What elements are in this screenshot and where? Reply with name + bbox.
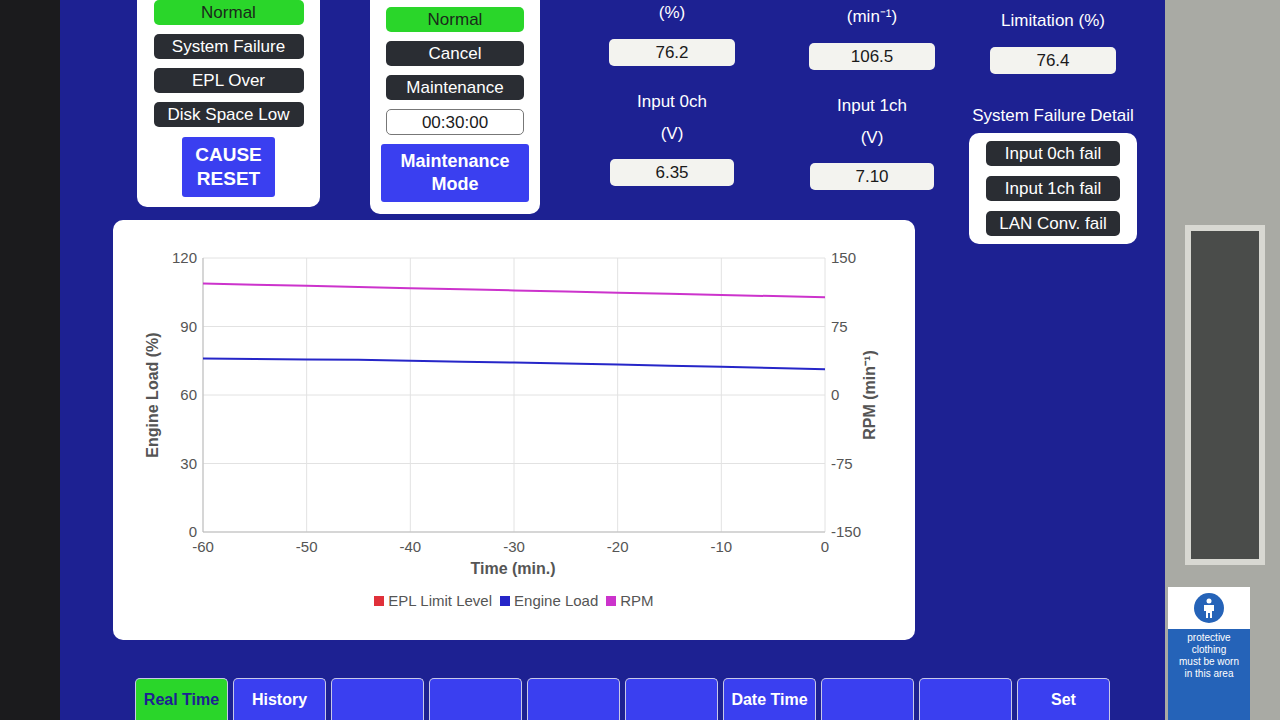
failure-detail-panel: Input 0ch fail Input 1ch fail LAN Conv. fa… [969, 133, 1137, 244]
legend-item: Engine Load [500, 590, 598, 613]
status-indicator: System Failure [154, 34, 304, 59]
value-box: 76.2 [609, 39, 735, 66]
legend-swatch [374, 596, 384, 606]
svg-text:-150: -150 [831, 523, 861, 540]
window-frame [1185, 225, 1265, 565]
status-indicator: Cancel [386, 41, 524, 66]
wall: protectiveclothingmust be wornin this ar… [1165, 0, 1280, 720]
reading-label: (min⁻¹) [847, 4, 897, 28]
left-bezel [0, 0, 60, 720]
svg-text:-40: -40 [399, 538, 421, 555]
reading-label: Limitation (%) [1001, 0, 1105, 32]
tab-button[interactable]: Real Time [135, 678, 228, 720]
cause-reset-button[interactable]: CAUSE RESET [182, 137, 275, 197]
status-indicator: EPL Over [154, 68, 304, 93]
svg-text:0: 0 [831, 386, 839, 403]
value-box: 106.5 [809, 43, 935, 70]
tab-button[interactable]: History [233, 678, 326, 720]
failure-detail-title: System Failure Detail [972, 105, 1134, 127]
screen: Normal System Failure EPL Over Disk Space L… [60, 0, 1165, 720]
tab-button[interactable] [821, 678, 914, 720]
svg-text:-60: -60 [192, 538, 214, 555]
tab-button[interactable] [919, 678, 1012, 720]
value-box: 7.10 [810, 163, 934, 190]
svg-text:Engine Load (%): Engine Load (%) [144, 332, 161, 457]
tab-button[interactable] [429, 678, 522, 720]
reading-column: (min⁻¹) 106.5 Input 1ch (V) 7.10 [807, 0, 937, 190]
maintenance-mode-button[interactable]: Maintenance Mode [381, 144, 529, 202]
input-unit: (V) [661, 123, 684, 145]
svg-text:150: 150 [831, 249, 856, 266]
status-indicator: Maintenance [386, 75, 524, 100]
svg-text:Time (min.): Time (min.) [470, 560, 555, 577]
maintenance-panel: Normal Cancel Maintenance 00:30:00 Maintenan… [370, 0, 540, 214]
main-area: Normal System Failure EPL Over Disk Space L… [60, 0, 940, 678]
svg-text:75: 75 [831, 318, 848, 335]
status-indicator: LAN Conv. fail [986, 211, 1120, 236]
series-line [203, 358, 825, 369]
status-indicator: Input 1ch fail [986, 176, 1120, 201]
status-indicator: Normal [386, 7, 524, 32]
svg-text:30: 30 [180, 455, 197, 472]
legend-swatch [606, 596, 616, 606]
input-label: Input 1ch [837, 95, 907, 117]
svg-text:90: 90 [180, 318, 197, 335]
svg-text:-50: -50 [296, 538, 318, 555]
tab-button[interactable] [331, 678, 424, 720]
tab-button[interactable] [527, 678, 620, 720]
chart-legend: EPL Limit Level Engine Load RPM [113, 590, 915, 613]
photo-frame: Normal System Failure EPL Over Disk Space L… [0, 0, 1280, 720]
chart-plot: -60 -50 -40 -30 -20 -10 0 0 30 60 90 120 -150 -75 0 75 1… [113, 220, 915, 580]
trend-chart: -60 -50 -40 -30 -20 -10 0 0 30 60 90 120 -150 -75 0 75 1… [113, 220, 915, 640]
svg-text:-10: -10 [710, 538, 732, 555]
tab-button[interactable]: Date Time [723, 678, 816, 720]
reading-label: (%) [659, 0, 685, 24]
reading-column: (%) 76.2 Input 0ch (V) 6.35 [607, 0, 737, 186]
cause-panel: Normal System Failure EPL Over Disk Space L… [137, 0, 320, 207]
input-unit: (V) [861, 127, 884, 149]
legend-swatch [500, 596, 510, 606]
tab-button[interactable]: Set [1017, 678, 1110, 720]
input-label: Input 0ch [637, 91, 707, 113]
tab-button[interactable] [625, 678, 718, 720]
sign-text: protectiveclothingmust be wornin this ar… [1168, 629, 1250, 720]
svg-text:-20: -20 [607, 538, 629, 555]
svg-text:RPM (min⁻¹): RPM (min⁻¹) [861, 350, 878, 439]
svg-text:60: 60 [180, 386, 197, 403]
status-indicator: Input 0ch fail [986, 141, 1120, 166]
svg-text:0: 0 [821, 538, 829, 555]
legend-item: EPL Limit Level [374, 590, 492, 613]
limitation-column: Limitation (%) 76.4 System Failure Detail I… [969, 0, 1137, 678]
svg-text:-30: -30 [503, 538, 525, 555]
status-indicator: Normal [154, 0, 304, 25]
tab-bar: Real TimeHistory Date Time Set [60, 678, 1165, 720]
person-icon [1194, 593, 1224, 623]
legend-item: RPM [606, 590, 653, 613]
series-line [203, 284, 825, 298]
svg-text:0: 0 [189, 523, 197, 540]
status-indicator: Disk Space Low [154, 102, 304, 127]
svg-text:-75: -75 [831, 455, 853, 472]
svg-text:120: 120 [172, 249, 197, 266]
safety-sign: protectiveclothingmust be wornin this ar… [1168, 587, 1250, 720]
value-box: 76.4 [990, 47, 1116, 74]
protective-clothing-icon [1201, 598, 1217, 618]
value-box: 6.35 [610, 159, 734, 186]
maintenance-timer[interactable]: 00:30:00 [386, 109, 524, 135]
